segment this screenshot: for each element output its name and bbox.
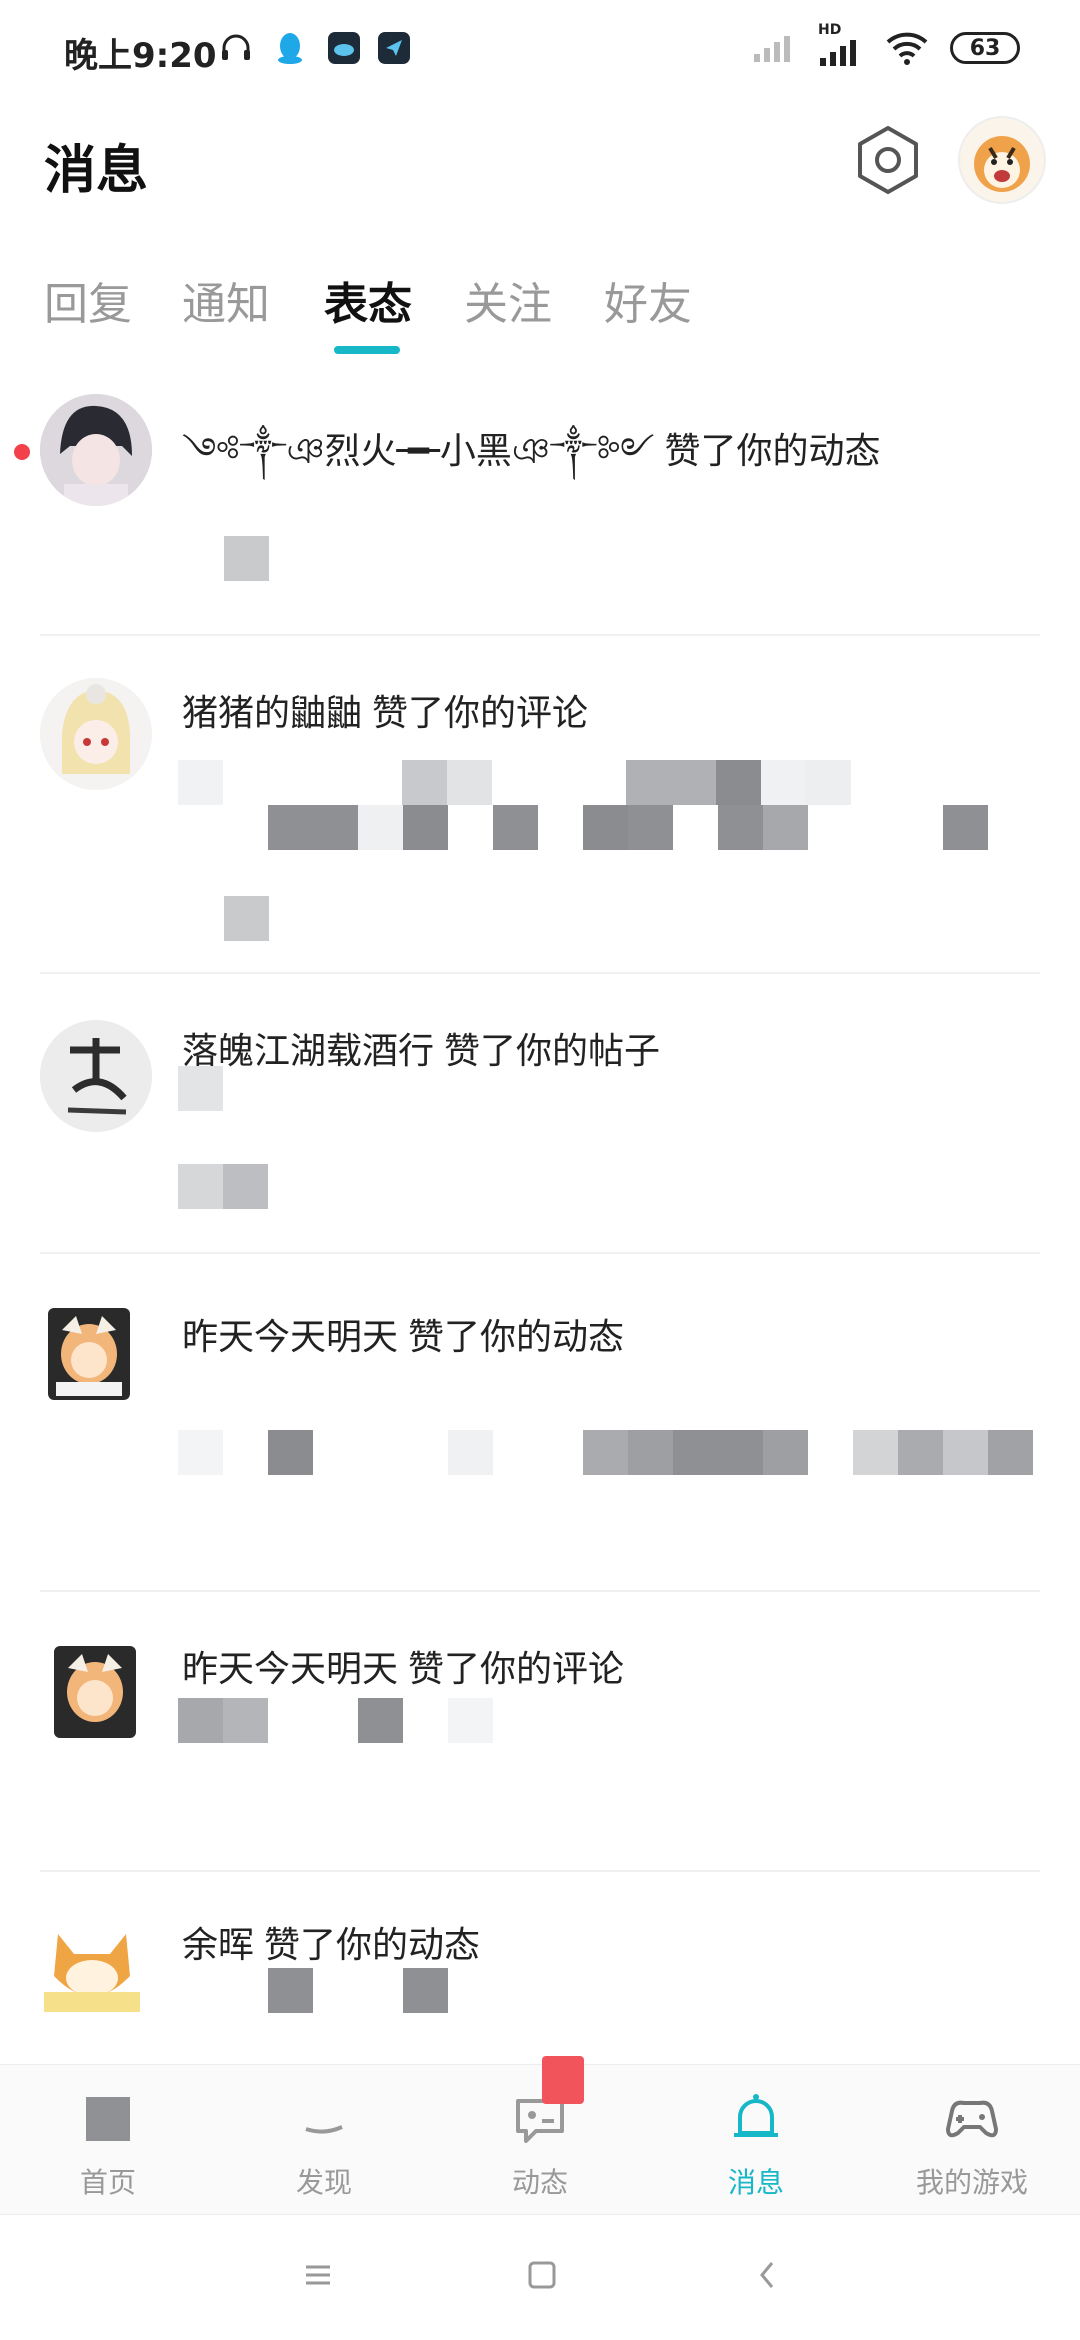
list-item[interactable]: ༺༒ঞ烈火╼╾小黑ঞ༒༻ 赞了你的动态 — [0, 390, 1080, 634]
message-action: 赞了你的动态 — [664, 431, 881, 472]
send-app-icon — [378, 32, 410, 64]
nav-messages[interactable]: 消息 — [648, 2065, 864, 2215]
tab-reply[interactable]: 回复 — [44, 268, 132, 332]
message-action: 赞了你的动态 — [264, 1925, 481, 1966]
home-square-icon[interactable] — [522, 2255, 562, 2295]
tab-reaction[interactable]: 表态 — [324, 268, 412, 332]
avatar — [48, 1308, 130, 1400]
tab-friends[interactable]: 好友 — [604, 268, 692, 332]
tab-notice[interactable]: 通知 — [182, 268, 270, 332]
nav-home[interactable]: 首页 — [0, 2065, 216, 2215]
avatar — [44, 1920, 140, 2012]
message-actor: 昨天今天明天 — [182, 1317, 399, 1358]
message-action: 赞了你的帖子 — [444, 1031, 661, 1072]
bell-icon — [734, 2094, 778, 2137]
message-action: 赞了你的评论 — [372, 693, 589, 734]
avatar — [40, 394, 152, 506]
list-item[interactable]: 昨天今天明天 赞了你的评论 — [0, 1622, 1080, 1870]
message-actor: 昨天今天明天 — [182, 1649, 399, 1690]
message-title: 昨天今天明天 赞了你的动态 — [182, 1308, 624, 1360]
page: 晚上9:20 HD 63 消息 回复 通知 表态 关注 好友 ༺༒ঞ烈火╼╾小黑… — [0, 0, 1080, 2340]
list-item[interactable]: 落魄江湖载酒行 赞了你的帖子 — [0, 1004, 1080, 1252]
gamepad-icon — [946, 2100, 998, 2138]
nav-discover-label: 发现 — [295, 2166, 352, 2199]
tab-follow[interactable]: 关注 — [464, 268, 552, 332]
message-title: ༺༒ঞ烈火╼╾小黑ঞ༒༻ 赞了你的动态 — [182, 410, 880, 512]
divider — [40, 972, 1040, 974]
message-title: 余晖 赞了你的动态 — [182, 1916, 480, 1968]
nav-discover[interactable]: 发现 — [216, 2065, 432, 2215]
wifi-icon — [886, 32, 928, 65]
tab-active-indicator — [334, 346, 400, 354]
bottom-nav: 首页 发现 动态 消息 我的游戏 — [0, 2064, 1080, 2214]
signal-hd-icon: HD — [818, 22, 864, 68]
nav-feed[interactable]: 动态 — [432, 2065, 648, 2215]
list-item[interactable]: 余晖 赞了你的动态 — [0, 1900, 1080, 2060]
page-title: 消息 — [44, 141, 149, 201]
discover-icon — [305, 2125, 343, 2134]
header: 消息 — [0, 110, 1080, 220]
status-right: HD 63 — [752, 22, 1020, 68]
divider — [40, 1590, 1040, 1592]
feed-badge — [542, 2056, 584, 2104]
nav-feed-label: 动态 — [511, 2166, 568, 2199]
message-title: 昨天今天明天 赞了你的评论 — [182, 1640, 624, 1692]
nav-my-games[interactable]: 我的游戏 — [864, 2065, 1080, 2215]
avatar — [40, 1020, 152, 1132]
back-icon[interactable] — [748, 2255, 788, 2295]
nav-messages-label: 消息 — [727, 2166, 784, 2199]
tiger-avatar-icon — [960, 118, 1044, 202]
headphones-icon — [222, 34, 250, 60]
system-nav-bar — [0, 2214, 1080, 2340]
cloud-app-icon — [328, 32, 360, 64]
divider — [40, 634, 1040, 636]
nav-my-games-label: 我的游戏 — [915, 2166, 1028, 2199]
divider — [40, 1252, 1040, 1254]
message-action: 赞了你的动态 — [408, 1317, 625, 1358]
message-action: 赞了你的评论 — [408, 1649, 625, 1690]
status-time: 晚上9:20 — [64, 36, 217, 76]
settings-icon[interactable] — [852, 124, 924, 196]
divider — [40, 1870, 1040, 1872]
status-bar: 晚上9:20 HD 63 — [0, 0, 1080, 100]
message-actor: 猪猪的鼬鼬 — [182, 693, 363, 734]
user-avatar[interactable] — [960, 118, 1044, 202]
battery-indicator: 63 — [950, 32, 1020, 64]
message-title: 猪猪的鼬鼬 赞了你的评论 — [182, 684, 588, 736]
message-actor: 余晖 — [182, 1925, 255, 1966]
signal-empty-icon — [754, 36, 790, 62]
tab-bar: 回复 通知 表态 关注 好友 — [0, 260, 1080, 360]
home-icon — [86, 2097, 130, 2141]
avatar — [40, 678, 152, 790]
list-item[interactable]: 猪猪的鼬鼬 赞了你的评论 — [0, 670, 1080, 972]
qq-icon — [278, 33, 302, 64]
message-actor: ༺༒ঞ烈火╼╾小黑ঞ༒༻ — [182, 431, 655, 472]
avatar — [54, 1646, 136, 1738]
nav-home-label: 首页 — [79, 2166, 136, 2199]
menu-icon[interactable] — [298, 2255, 338, 2295]
unread-dot — [14, 444, 30, 460]
message-title: 落魄江湖载酒行 赞了你的帖子 — [182, 1022, 660, 1074]
list-item[interactable]: 昨天今天明天 赞了你的动态 — [0, 1284, 1080, 1590]
